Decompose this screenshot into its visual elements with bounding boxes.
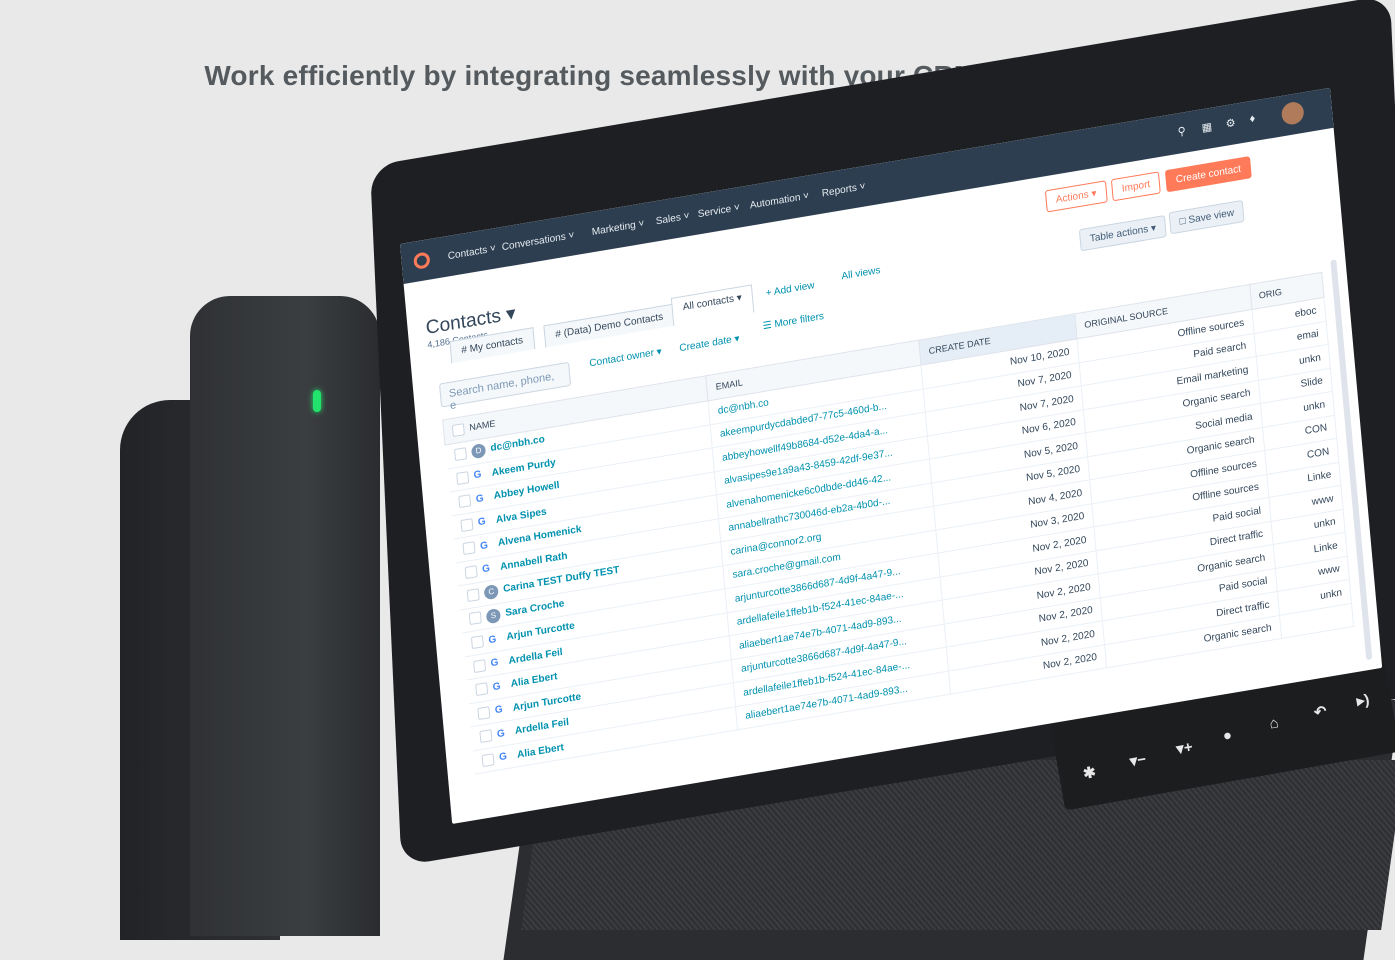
google-icon: G: [494, 704, 504, 717]
mute-icon[interactable]: ●: [1221, 727, 1233, 745]
contact-initial-icon: D: [470, 443, 487, 460]
create-date-filter[interactable]: Create date ▾: [679, 333, 740, 354]
volume-down-icon[interactable]: ▾−: [1128, 750, 1147, 771]
more-filters-button[interactable]: ☰ More filters: [762, 311, 824, 332]
save-view-button[interactable]: □ Save view: [1168, 199, 1246, 235]
contact-name-link[interactable]: Sara Croche: [505, 598, 565, 619]
volume-up-icon[interactable]: ▾+: [1175, 738, 1194, 759]
row-checkbox[interactable]: [457, 494, 471, 509]
status-led: [313, 390, 321, 412]
nav-automation[interactable]: Automation ˅: [749, 191, 809, 212]
google-icon: G: [498, 751, 508, 764]
row-checkbox[interactable]: [481, 752, 495, 767]
nav-contacts[interactable]: Contacts ˅: [447, 243, 496, 262]
speaker-icon[interactable]: ▸): [1355, 690, 1370, 710]
add-view-link[interactable]: + Add view: [765, 280, 815, 299]
handset[interactable]: [190, 296, 380, 936]
back-icon[interactable]: ↶: [1313, 702, 1328, 722]
row-checkbox[interactable]: [461, 541, 476, 556]
google-icon: G: [477, 516, 487, 529]
row-checkbox[interactable]: [476, 705, 490, 720]
row-checkbox[interactable]: [470, 635, 484, 650]
contact-name-link[interactable]: Ardella Feil: [508, 647, 563, 667]
notifications-icon[interactable]: ♦: [1249, 113, 1256, 126]
nav-service[interactable]: Service ˅: [697, 202, 740, 220]
tab-demo-contacts[interactable]: # (Data) Demo Contacts: [543, 303, 676, 348]
nav-sales[interactable]: Sales ˅: [655, 211, 690, 228]
google-icon: G: [490, 657, 499, 670]
google-icon: G: [481, 563, 491, 576]
row-checkbox[interactable]: [478, 729, 492, 744]
google-icon: G: [473, 469, 483, 482]
contact-initial-icon: S: [485, 607, 502, 625]
import-button[interactable]: Import: [1110, 171, 1162, 202]
home-icon[interactable]: ⌂: [1268, 714, 1280, 732]
row-checkbox[interactable]: [453, 446, 467, 461]
contact-name-link[interactable]: dc@nbh.co: [490, 434, 545, 454]
google-icon: G: [492, 680, 502, 694]
hubspot-logo-icon[interactable]: [413, 251, 431, 270]
table-actions-button[interactable]: Table actions ▾: [1078, 214, 1167, 252]
settings-icon[interactable]: ⚙: [1225, 116, 1236, 131]
google-icon: G: [488, 633, 497, 647]
actions-button[interactable]: Actions ▾: [1044, 180, 1108, 213]
contact-name-link[interactable]: Alva Sipes: [495, 506, 547, 525]
row-checkbox[interactable]: [474, 682, 488, 697]
contact-owner-filter[interactable]: Contact owner ▾: [589, 346, 662, 369]
row-checkbox[interactable]: [464, 564, 478, 579]
row-checkbox[interactable]: [455, 470, 469, 485]
row-checkbox[interactable]: [472, 658, 486, 673]
contact-name-link[interactable]: Alia Ebert: [517, 742, 565, 761]
tab-all-contacts[interactable]: All contacts ▾: [670, 284, 755, 326]
contact-name-link[interactable]: Ardella Feil: [515, 717, 570, 737]
google-icon: G: [475, 492, 485, 506]
select-all-checkbox[interactable]: [451, 423, 465, 438]
nav-marketing[interactable]: Marketing ˅: [591, 218, 645, 238]
contact-initial-icon: C: [483, 584, 499, 601]
all-views-link[interactable]: All views: [841, 265, 881, 283]
nav-reports[interactable]: Reports ˅: [821, 181, 866, 199]
contact-name-link[interactable]: Alia Ebert: [510, 671, 558, 690]
row-checkbox[interactable]: [468, 611, 482, 626]
google-icon: G: [479, 539, 489, 553]
google-icon: G: [496, 727, 506, 741]
nav-conversations[interactable]: Conversations ˅: [501, 230, 575, 253]
search-icon[interactable]: ⚲: [1177, 124, 1186, 138]
row-checkbox[interactable]: [459, 517, 473, 532]
marketplace-icon[interactable]: ▦: [1201, 120, 1212, 135]
bluetooth-icon[interactable]: ✱: [1082, 763, 1097, 783]
create-contact-button[interactable]: Create contact: [1164, 156, 1252, 193]
avatar[interactable]: [1280, 100, 1305, 127]
row-checkbox[interactable]: [466, 587, 480, 602]
